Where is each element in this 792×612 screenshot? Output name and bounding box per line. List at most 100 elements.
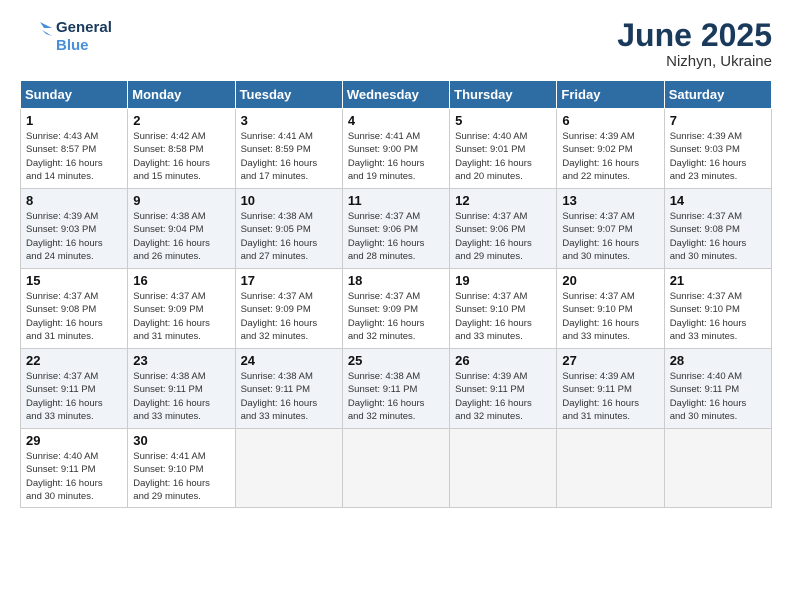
calendar-cell: 12 Sunrise: 4:37 AMSunset: 9:06 PMDayligh… [450, 189, 557, 269]
calendar-cell: 8 Sunrise: 4:39 AMSunset: 9:03 PMDaylight… [21, 189, 128, 269]
calendar-cell: 28 Sunrise: 4:40 AMSunset: 9:11 PMDayligh… [664, 349, 771, 429]
logo: General Blue [20, 18, 112, 56]
calendar-cell: 17 Sunrise: 4:37 AMSunset: 9:09 PMDayligh… [235, 269, 342, 349]
week-row-3: 15 Sunrise: 4:37 AMSunset: 9:08 PMDayligh… [21, 269, 772, 349]
day-number: 20 [562, 273, 658, 288]
cell-info: Sunrise: 4:39 AMSunset: 9:11 PMDaylight:… [562, 370, 658, 423]
cell-info: Sunrise: 4:37 AMSunset: 9:07 PMDaylight:… [562, 210, 658, 263]
cell-info: Sunrise: 4:40 AMSunset: 9:01 PMDaylight:… [455, 130, 551, 183]
cell-info: Sunrise: 4:37 AMSunset: 9:06 PMDaylight:… [348, 210, 444, 263]
cell-info: Sunrise: 4:40 AMSunset: 9:11 PMDaylight:… [670, 370, 766, 423]
day-number: 28 [670, 353, 766, 368]
subtitle: Nizhyn, Ukraine [617, 53, 772, 70]
logo-text: General Blue [56, 19, 112, 55]
day-number: 21 [670, 273, 766, 288]
day-number: 24 [241, 353, 337, 368]
day-number: 27 [562, 353, 658, 368]
day-number: 9 [133, 193, 229, 208]
calendar-cell: 2 Sunrise: 4:42 AMSunset: 8:58 PMDaylight… [128, 109, 235, 189]
calendar-cell: 3 Sunrise: 4:41 AMSunset: 8:59 PMDaylight… [235, 109, 342, 189]
col-header-wednesday: Wednesday [342, 81, 449, 109]
cell-info: Sunrise: 4:39 AMSunset: 9:03 PMDaylight:… [670, 130, 766, 183]
calendar-cell: 30 Sunrise: 4:41 AMSunset: 9:10 PMDayligh… [128, 429, 235, 508]
cell-info: Sunrise: 4:39 AMSunset: 9:03 PMDaylight:… [26, 210, 122, 263]
day-number: 3 [241, 113, 337, 128]
day-number: 12 [455, 193, 551, 208]
cell-info: Sunrise: 4:38 AMSunset: 9:04 PMDaylight:… [133, 210, 229, 263]
cell-info: Sunrise: 4:41 AMSunset: 8:59 PMDaylight:… [241, 130, 337, 183]
cell-info: Sunrise: 4:37 AMSunset: 9:08 PMDaylight:… [670, 210, 766, 263]
calendar-cell: 18Sunrise: 4:37 AMSunset: 9:09 PMDayligh… [342, 269, 449, 349]
calendar-cell: 24 Sunrise: 4:38 AMSunset: 9:11 PMDayligh… [235, 349, 342, 429]
day-number: 2 [133, 113, 229, 128]
day-number: 29 [26, 433, 122, 448]
col-header-sunday: Sunday [21, 81, 128, 109]
day-number: 16 [133, 273, 229, 288]
day-number: 10 [241, 193, 337, 208]
calendar-cell: 14 Sunrise: 4:37 AMSunset: 9:08 PMDayligh… [664, 189, 771, 269]
day-number: 17 [241, 273, 337, 288]
cell-info: Sunrise: 4:43 AMSunset: 8:57 PMDaylight:… [26, 130, 122, 183]
logo-line1: General [56, 19, 112, 37]
cell-info: Sunrise: 4:38 AMSunset: 9:11 PMDaylight:… [133, 370, 229, 423]
cell-info: Sunrise: 4:41 AMSunset: 9:00 PMDaylight:… [348, 130, 444, 183]
cell-info: Sunrise: 4:37 AMSunset: 9:10 PMDaylight:… [455, 290, 551, 343]
calendar-cell: 19Sunrise: 4:37 AMSunset: 9:10 PMDayligh… [450, 269, 557, 349]
day-number: 26 [455, 353, 551, 368]
logo-container: General Blue [20, 18, 112, 56]
calendar-header-row: SundayMondayTuesdayWednesdayThursdayFrid… [21, 81, 772, 109]
month-title: June 2025 [617, 18, 772, 53]
day-number: 13 [562, 193, 658, 208]
calendar-cell: 6 Sunrise: 4:39 AMSunset: 9:02 PMDaylight… [557, 109, 664, 189]
title-area: June 2025 Nizhyn, Ukraine [617, 18, 772, 70]
calendar-cell [664, 429, 771, 508]
calendar-cell [342, 429, 449, 508]
cell-info: Sunrise: 4:38 AMSunset: 9:05 PMDaylight:… [241, 210, 337, 263]
day-number: 6 [562, 113, 658, 128]
calendar-cell: 15 Sunrise: 4:37 AMSunset: 9:08 PMDayligh… [21, 269, 128, 349]
cell-info: Sunrise: 4:40 AMSunset: 9:11 PMDaylight:… [26, 450, 122, 503]
calendar-cell: 7Sunrise: 4:39 AMSunset: 9:03 PMDaylight… [664, 109, 771, 189]
day-number: 4 [348, 113, 444, 128]
calendar-table: SundayMondayTuesdayWednesdayThursdayFrid… [20, 80, 772, 508]
day-number: 14 [670, 193, 766, 208]
page: General Blue June 2025 Nizhyn, Ukraine S… [0, 0, 792, 612]
calendar-cell: 9 Sunrise: 4:38 AMSunset: 9:04 PMDaylight… [128, 189, 235, 269]
week-row-4: 22 Sunrise: 4:37 AMSunset: 9:11 PMDayligh… [21, 349, 772, 429]
logo-bird-icon [20, 18, 52, 56]
calendar-cell: 26 Sunrise: 4:39 AMSunset: 9:11 PMDayligh… [450, 349, 557, 429]
calendar-cell: 29 Sunrise: 4:40 AMSunset: 9:11 PMDayligh… [21, 429, 128, 508]
col-header-monday: Monday [128, 81, 235, 109]
week-row-1: 1 Sunrise: 4:43 AMSunset: 8:57 PMDaylight… [21, 109, 772, 189]
cell-info: Sunrise: 4:37 AMSunset: 9:09 PMDaylight:… [241, 290, 337, 343]
col-header-saturday: Saturday [664, 81, 771, 109]
cell-info: Sunrise: 4:42 AMSunset: 8:58 PMDaylight:… [133, 130, 229, 183]
header: General Blue June 2025 Nizhyn, Ukraine [20, 18, 772, 70]
week-row-5: 29 Sunrise: 4:40 AMSunset: 9:11 PMDayligh… [21, 429, 772, 508]
cell-info: Sunrise: 4:37 AMSunset: 9:11 PMDaylight:… [26, 370, 122, 423]
cell-info: Sunrise: 4:41 AMSunset: 9:10 PMDaylight:… [133, 450, 229, 503]
day-number: 1 [26, 113, 122, 128]
day-number: 22 [26, 353, 122, 368]
calendar-cell: 4 Sunrise: 4:41 AMSunset: 9:00 PMDaylight… [342, 109, 449, 189]
cell-info: Sunrise: 4:37 AMSunset: 9:06 PMDaylight:… [455, 210, 551, 263]
day-number: 11 [348, 193, 444, 208]
calendar-cell: 22 Sunrise: 4:37 AMSunset: 9:11 PMDayligh… [21, 349, 128, 429]
day-number: 30 [133, 433, 229, 448]
day-number: 23 [133, 353, 229, 368]
day-number: 15 [26, 273, 122, 288]
cell-info: Sunrise: 4:37 AMSunset: 9:08 PMDaylight:… [26, 290, 122, 343]
calendar-cell: 13 Sunrise: 4:37 AMSunset: 9:07 PMDayligh… [557, 189, 664, 269]
calendar-cell [450, 429, 557, 508]
day-number: 8 [26, 193, 122, 208]
calendar-cell: 16Sunrise: 4:37 AMSunset: 9:09 PMDayligh… [128, 269, 235, 349]
cell-info: Sunrise: 4:39 AMSunset: 9:02 PMDaylight:… [562, 130, 658, 183]
col-header-tuesday: Tuesday [235, 81, 342, 109]
calendar-cell [557, 429, 664, 508]
day-number: 25 [348, 353, 444, 368]
calendar-cell: 20Sunrise: 4:37 AMSunset: 9:10 PMDayligh… [557, 269, 664, 349]
cell-info: Sunrise: 4:39 AMSunset: 9:11 PMDaylight:… [455, 370, 551, 423]
calendar-cell: 11 Sunrise: 4:37 AMSunset: 9:06 PMDayligh… [342, 189, 449, 269]
calendar-cell: 25Sunrise: 4:38 AMSunset: 9:11 PMDayligh… [342, 349, 449, 429]
cell-info: Sunrise: 4:38 AMSunset: 9:11 PMDaylight:… [241, 370, 337, 423]
